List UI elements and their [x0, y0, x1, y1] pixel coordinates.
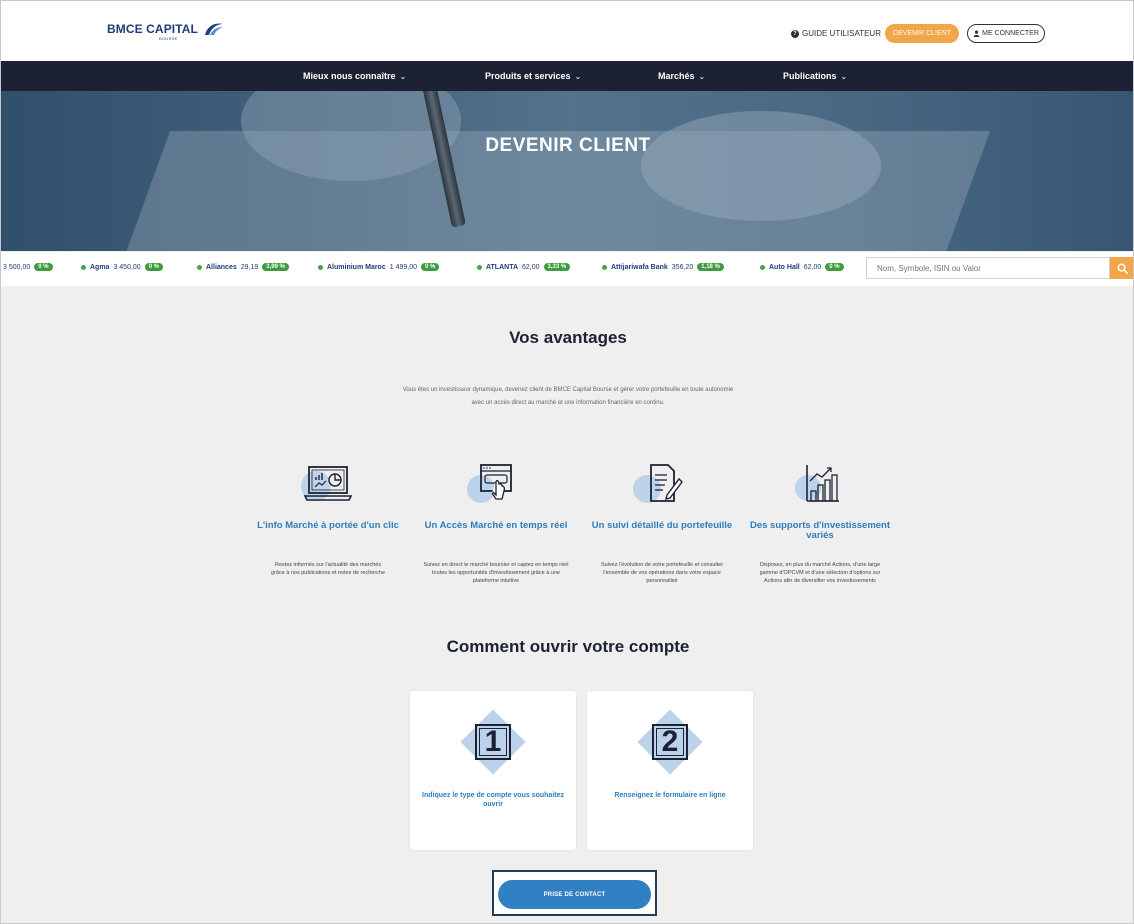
nav-item-label: Produits et services — [485, 71, 571, 81]
ticker-name: Attijariwafa Bank — [611, 263, 668, 271]
document-edit-icon — [650, 464, 683, 502]
step-text: Renseignez le formulaire en ligne — [614, 792, 726, 799]
ticker-change-badge: 1,18 % — [697, 263, 724, 271]
ticker-value: 29,19 — [240, 263, 259, 271]
ticker-name: ATLANTA — [486, 263, 519, 271]
hero-banner: DEVENIR CLIENT — [1, 91, 1133, 251]
ticker-item[interactable]: Agma 3 450,00 0 % — [81, 263, 164, 271]
ticker-value: 3 450,00 — [113, 263, 141, 271]
page: BMCE CAPITAL BOURSE ? GUIDE UTILISATEUR … — [0, 0, 1134, 924]
ticker-item[interactable]: ATLANTA 62,00 3,33 % — [477, 263, 571, 271]
nav-item-label: Mieux nous connaître — [303, 71, 396, 81]
nav-item-about[interactable]: Mieux nous connaître ⌄ — [303, 71, 406, 81]
ticker-value: 62,00 — [803, 263, 822, 271]
step-number-graphic: 2 — [637, 709, 703, 775]
feature-title: Un Accès Marché en temps réel — [424, 520, 568, 531]
feature-card: L'info Marché à portée d'un clic Restez … — [253, 461, 403, 601]
ticker-value: 62,00 — [522, 263, 540, 271]
feature-card: Un Accès Marché en temps réel Suivez en … — [421, 461, 571, 601]
nav-item-publications[interactable]: Publications ⌄ — [783, 71, 847, 81]
intro-line: avec un accès direct au marché et une in… — [471, 400, 665, 406]
guide-label: GUIDE UTILISATEUR — [802, 29, 881, 38]
ticker-name: Agma — [90, 263, 110, 271]
feature-title: L'info Marché à portée d'un clic — [257, 520, 399, 531]
ticker-change-badge: 3,33 % — [543, 263, 571, 271]
connect-label: ME CONNECTER — [982, 30, 1039, 37]
nav-item-label: Publications — [783, 71, 837, 81]
feature-card: Des supports d'investissement variés Dis… — [745, 461, 895, 601]
status-dot-icon — [81, 264, 86, 270]
prise-de-contact-button[interactable]: PRISE DE CONTACT — [498, 880, 651, 909]
brand-logo[interactable]: BMCE CAPITAL BOURSE — [107, 22, 225, 41]
step-text: Indiquez le type de compte vous souhaite… — [422, 792, 564, 808]
ticker-item[interactable]: Aluminium Maroc 1 499,00 0 % — [318, 263, 440, 271]
logo-subtitle: BOURSE — [159, 36, 178, 41]
step-number: 1 — [475, 724, 511, 760]
logo-swoosh-icon — [204, 23, 223, 35]
ticker-item[interactable]: Alliances 29,19 3,99 % — [197, 263, 289, 271]
section-title-avantages: Vos avantages — [509, 328, 627, 347]
main-nav: Mieux nous connaître ⌄ Produits et servi… — [1, 61, 1133, 91]
feature-description: Suivez l'évolution de votre portefeuille… — [600, 562, 724, 584]
status-dot-icon — [760, 264, 765, 270]
step-number-text: 2 — [661, 725, 679, 758]
status-dot-icon — [197, 264, 202, 270]
ticker-change-badge: 0 % — [144, 263, 164, 271]
section-title-steps: Comment ouvrir votre compte — [446, 637, 690, 656]
browser-click-icon — [480, 464, 512, 500]
laptop-chart-icon — [303, 466, 353, 501]
chevron-down-icon: ⌄ — [840, 71, 848, 81]
feature-title: Des supports d'investissement variés — [749, 520, 891, 541]
ticker-item[interactable]: 3 500,00 0 % — [3, 263, 53, 271]
ticker-item[interactable]: Auto Hall 62,00 0 % — [760, 263, 860, 271]
nav-item-markets[interactable]: Marchés ⌄ — [658, 71, 705, 81]
feature-description: Restez informés sur l'actualité des marc… — [270, 562, 386, 576]
intro-line: Vous êtes un investisseur dynamique, dev… — [402, 387, 734, 393]
feature-card: Un suivi détaillé du portefeuille Suivez… — [587, 461, 737, 601]
step-number: 2 — [652, 724, 688, 760]
ticker-change-badge: 0 % — [420, 263, 440, 271]
feature-description: Disposez, en plus du marché Actions, d'u… — [759, 562, 881, 584]
chevron-down-icon: ⌄ — [574, 71, 582, 81]
status-dot-icon — [477, 264, 482, 270]
ticker-name: Alliances — [206, 263, 237, 271]
guide-link[interactable]: ? GUIDE UTILISATEUR — [791, 29, 881, 38]
user-icon — [973, 30, 980, 37]
step-card-1: 1 Indiquez le type de compte vous souhai… — [410, 691, 576, 850]
step-number-text: 1 — [484, 725, 502, 758]
connect-button[interactable]: ME CONNECTER — [967, 24, 1045, 43]
logo-text: BMCE CAPITAL — [107, 22, 198, 36]
search-icon — [1117, 263, 1128, 274]
feature-description: Suivez en direct le marché boursier et c… — [423, 562, 569, 584]
status-dot-icon — [318, 264, 323, 270]
chevron-down-icon: ⌄ — [399, 71, 407, 81]
top-bar: BMCE CAPITAL BOURSE ? GUIDE UTILISATEUR … — [1, 1, 1133, 61]
ticker-value: 3 500,00 — [3, 263, 31, 271]
ticker-name: Auto Hall — [769, 263, 800, 271]
help-icon: ? — [791, 29, 799, 38]
ticker-value: 1 499,00 — [389, 263, 417, 271]
feature-title: Un suivi détaillé du portefeuille — [591, 520, 733, 531]
chevron-down-icon: ⌄ — [698, 71, 706, 81]
devenir-client-button[interactable]: DEVENIR CLIENT — [885, 24, 959, 43]
search-button[interactable] — [1110, 257, 1133, 279]
hero-title: DEVENIR CLIENT — [485, 135, 651, 156]
hero-overlay — [1, 91, 1133, 251]
ticker-item[interactable]: Attijariwafa Bank 356,20 1,18 % — [602, 263, 724, 271]
step-card-2: 2 Renseignez le formulaire en ligne — [587, 691, 753, 850]
ticker-change-badge: 0 % — [825, 263, 844, 271]
ticker-change-badge: 3,99 % — [262, 263, 289, 271]
step-number-graphic: 1 — [460, 709, 526, 775]
ticker-name: Aluminium Maroc — [327, 263, 386, 271]
ticker-change-badge: 0 % — [34, 263, 53, 271]
nav-item-label: Marchés — [658, 71, 695, 81]
bar-growth-icon — [806, 465, 839, 502]
status-dot-icon — [602, 264, 607, 270]
search-input[interactable] — [866, 257, 1110, 279]
nav-item-products[interactable]: Produits et services ⌄ — [485, 71, 581, 81]
ticker-value: 356,20 — [671, 263, 694, 271]
